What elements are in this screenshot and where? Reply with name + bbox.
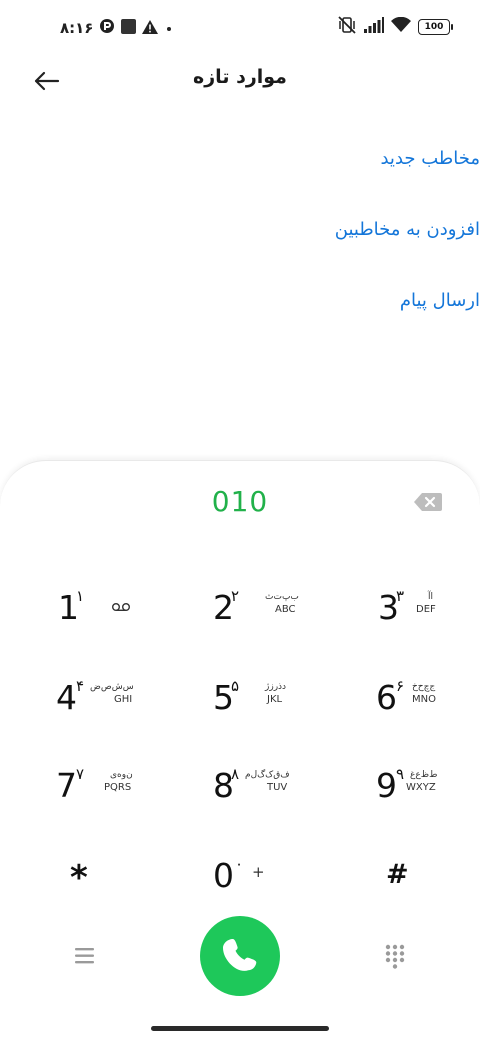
signal-icon: [364, 17, 384, 37]
key-latin-letters: WXYZ: [406, 782, 436, 793]
key-digit: #: [386, 859, 409, 890]
key-6[interactable]: 6 ۶ ج‌چ‌ح‌خ MNO: [370, 671, 480, 751]
backspace-icon: [414, 493, 442, 516]
call-button[interactable]: [200, 916, 280, 996]
app-notification-icon: [99, 18, 115, 38]
key-9[interactable]: 9 ۹ ط‌ظ‌ع‌غ WXYZ: [370, 759, 480, 839]
key-8[interactable]: 8 ۸ ف‌ق‌ک‌گ‌ل‌م TUV: [205, 759, 345, 839]
page-title: موارد تازه: [193, 66, 287, 88]
key-fa-letters: ج‌چ‌ح‌خ: [412, 682, 436, 692]
send-message-link[interactable]: ارسال پیام: [400, 290, 480, 311]
key-fa-letters: ف‌ق‌ک‌گ‌ل‌م: [245, 770, 290, 780]
header: موارد تازه: [0, 56, 480, 106]
key-digit: *: [70, 858, 88, 898]
vibrate-off-icon: [337, 16, 357, 38]
key-digit-fa: ۹: [396, 765, 405, 783]
dialpad-toggle-button[interactable]: [384, 944, 406, 970]
key-7[interactable]: 7 ۷ ن‌و‌ه‌ی PQRS: [50, 759, 190, 839]
key-digit-fa: ۵: [231, 677, 240, 695]
add-to-contacts-link[interactable]: افزودن به مخاطبین: [335, 219, 480, 240]
square-notification-icon: [121, 18, 137, 38]
menu-button[interactable]: [74, 946, 96, 966]
battery-indicator: 100: [418, 19, 453, 35]
key-latin-letters: TUV: [267, 782, 288, 793]
key-digit: 9: [376, 766, 397, 805]
key-5[interactable]: 5 ۵ د‌ذ‌ر‌ز‌ژ JKL: [205, 671, 345, 751]
key-fa-letters: اآ: [428, 592, 434, 602]
key-latin-letters: ABC: [275, 604, 296, 615]
key-fa-letters: س‌ش‌ص‌ض: [90, 682, 134, 692]
phone-icon: [220, 936, 260, 980]
new-contact-link[interactable]: مخاطب جدید: [380, 148, 480, 169]
status-time: ۸:۱۶: [60, 19, 94, 37]
dialed-number: 010: [211, 485, 269, 518]
key-digit: 0: [213, 856, 234, 895]
voicemail-icon: [112, 597, 130, 616]
status-bar: ۸:۱۶ 100: [0, 0, 480, 56]
home-indicator[interactable]: [151, 1026, 329, 1031]
key-latin-letters: GHI: [114, 694, 133, 705]
key-latin-letters: JKL: [267, 694, 283, 705]
key-fa-letters: ط‌ظ‌ع‌غ: [410, 770, 438, 780]
dialpad-icon: [384, 944, 406, 974]
key-digit-fa: ۰: [235, 855, 244, 873]
key-digit: 6: [376, 678, 397, 717]
key-digit-fa: ۴: [76, 677, 85, 695]
key-plus: +: [252, 863, 265, 881]
key-digit-fa: ۱: [76, 587, 85, 605]
key-2[interactable]: 2 ۲ ب‌پ‌ت‌ث ABC: [205, 581, 345, 661]
status-right: 100: [337, 15, 453, 39]
wifi-icon: [391, 16, 411, 37]
key-digit-fa: ۲: [231, 587, 240, 605]
key-fa-letters: د‌ذ‌ر‌ز‌ژ: [265, 682, 287, 692]
key-latin-letters: MNO: [412, 694, 436, 705]
status-left: ۸:۱۶: [60, 17, 174, 39]
key-latin-letters: PQRS: [104, 782, 132, 793]
key-1[interactable]: 1 ۱: [50, 581, 190, 661]
more-notifications-dot-icon: [164, 19, 174, 38]
backspace-button[interactable]: [414, 492, 442, 512]
key-digit-fa: ۳: [396, 587, 405, 605]
key-fa-letters: ن‌و‌ه‌ی: [110, 770, 133, 780]
key-digit: 4: [56, 678, 77, 717]
key-digit-fa: ۶: [396, 677, 405, 695]
key-4[interactable]: 4 ۴ س‌ش‌ص‌ض GHI: [50, 671, 190, 751]
key-latin-letters: DEF: [416, 604, 436, 615]
warning-icon: [142, 19, 159, 38]
key-digit-fa: ۸: [231, 765, 240, 783]
key-fa-letters: ب‌پ‌ت‌ث: [265, 592, 299, 602]
menu-icon: [74, 948, 96, 970]
dialer-bottom-bar: [0, 916, 480, 996]
dialpad-sheet: 010 1 ۱ 2 ۲ ب‌پ‌ت‌ث ABC 3 ۳ اآ DEF 4: [0, 460, 480, 1041]
key-digit-fa: ۷: [76, 765, 85, 783]
key-3[interactable]: 3 ۳ اآ DEF: [370, 581, 480, 661]
key-digit: 7: [56, 766, 77, 805]
